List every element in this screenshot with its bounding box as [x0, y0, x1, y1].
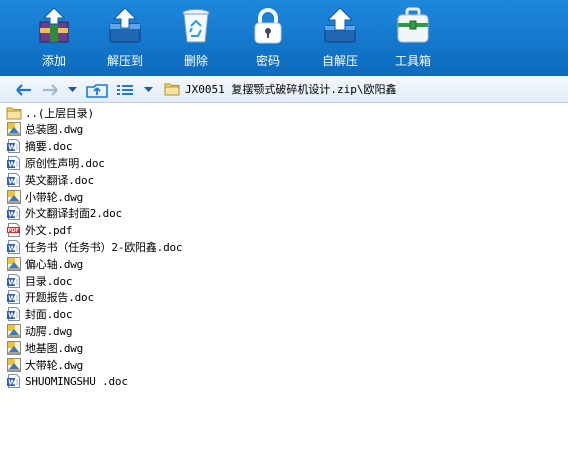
file-row[interactable]: W 开题报告.doc: [6, 289, 94, 306]
file-name: 外文.pdf: [25, 224, 73, 238]
password-label: 密码: [255, 54, 280, 68]
doc-file-icon: W: [7, 206, 20, 221]
svg-text:PDF: PDF: [8, 228, 19, 234]
delete-recycle-icon: [182, 9, 210, 43]
file-row[interactable]: W 外文翻译封面2.doc: [6, 205, 122, 222]
self-extract-label: 自解压: [321, 54, 358, 68]
path-field[interactable]: JX0051 复摆颚式破碎机设计.zip\欧阳鑫: [160, 78, 566, 100]
dwg-file-icon: [7, 340, 21, 355]
file-row[interactable]: 动腭.dwg: [6, 322, 72, 339]
back-arrow-icon: [16, 83, 31, 96]
add-button[interactable]: 添加: [22, 4, 86, 72]
parent-folder-icon: [6, 107, 22, 119]
file-name: 动腭.dwg: [25, 324, 73, 338]
file-name: 外文翻译封面2.doc: [25, 207, 122, 221]
file-row[interactable]: 地基图.dwg: [6, 339, 83, 356]
file-name: 开题报告.doc: [25, 291, 94, 305]
doc-file-icon: W: [7, 273, 20, 288]
forward-arrow-icon: [43, 83, 58, 96]
svg-text:W: W: [8, 144, 16, 152]
toolbox-icon: [397, 7, 429, 43]
doc-file-icon: W: [7, 239, 20, 254]
password-lock-icon: [254, 8, 282, 44]
doc-file-icon: W: [7, 290, 20, 305]
file-row[interactable]: W SHUOMINGSHU .doc: [6, 373, 128, 390]
file-name: 大带轮.dwg: [25, 358, 84, 372]
main-toolbar: 添加 解压到 删除 密码 自解压 工具箱: [0, 0, 568, 76]
chevron-down-icon: [67, 86, 77, 92]
toolbox-button[interactable]: 工具箱: [381, 4, 445, 72]
doc-file-icon: W: [7, 172, 20, 187]
file-name: 小带轮.dwg: [25, 190, 84, 204]
address-bar: JX0051 复摆颚式破碎机设计.zip\欧阳鑫: [0, 76, 568, 103]
file-name: SHUOMINGSHU .doc: [25, 374, 128, 388]
file-row[interactable]: W 原创性声明.doc: [6, 154, 105, 171]
file-row[interactable]: W 任务书（任务书）2-欧阳鑫.doc: [6, 238, 183, 255]
file-row[interactable]: W 目录.doc: [6, 272, 72, 289]
self-extract-icon: [324, 7, 356, 43]
toolbox-label: 工具箱: [394, 54, 431, 68]
dwg-file-icon: [7, 122, 21, 137]
file-row[interactable]: W 摘要.doc: [6, 138, 72, 155]
doc-file-icon: W: [7, 139, 20, 154]
file-row[interactable]: 大带轮.dwg: [6, 356, 83, 373]
folder-icon: [164, 83, 180, 96]
svg-text:W: W: [8, 379, 16, 387]
file-name: 地基图.dwg: [25, 341, 84, 355]
self-extract-button[interactable]: 自解压: [308, 4, 372, 72]
doc-file-icon: W: [7, 155, 20, 170]
back-button[interactable]: [12, 76, 36, 103]
dwg-file-icon: [7, 256, 21, 271]
history-dropdown[interactable]: [64, 76, 80, 103]
up-folder-button[interactable]: [84, 76, 110, 103]
view-mode-dropdown[interactable]: [140, 76, 156, 103]
extract-to-icon: [109, 7, 141, 43]
password-button[interactable]: 密码: [236, 4, 300, 72]
dwg-file-icon: [7, 357, 21, 372]
file-name: 封面.doc: [25, 308, 73, 322]
file-name: 总装图.dwg: [25, 123, 84, 137]
dwg-file-icon: [7, 323, 21, 338]
file-name: 英文翻译.doc: [25, 173, 94, 187]
up-folder-icon: [86, 83, 108, 98]
file-name: ..(上层目录): [25, 106, 94, 120]
file-row[interactable]: 小带轮.dwg: [6, 188, 83, 205]
file-row[interactable]: 总装图.dwg: [6, 121, 83, 138]
extract-to-label: 解压到: [106, 54, 143, 68]
pdf-file-icon: PDF: [7, 223, 20, 238]
delete-label: 删除: [183, 54, 208, 68]
file-row[interactable]: 偏心轴.dwg: [6, 255, 83, 272]
file-name: 摘要.doc: [25, 140, 73, 154]
add-archive-icon: [39, 7, 69, 43]
svg-text:W: W: [8, 295, 16, 303]
file-row[interactable]: W 英文翻译.doc: [6, 171, 94, 188]
svg-text:W: W: [8, 177, 16, 185]
file-name: 原创性声明.doc: [25, 156, 105, 170]
view-mode-button[interactable]: [114, 76, 136, 103]
delete-button[interactable]: 删除: [164, 4, 228, 72]
parent-folder-row[interactable]: ..(上层目录): [6, 104, 94, 121]
svg-text:W: W: [8, 244, 16, 252]
doc-file-icon: W: [7, 307, 20, 322]
svg-text:W: W: [8, 211, 16, 219]
chevron-down-icon: [143, 86, 153, 92]
path-text: JX0051 复摆颚式破碎机设计.zip\欧阳鑫: [185, 83, 397, 96]
svg-text:W: W: [8, 160, 16, 168]
file-name: 偏心轴.dwg: [25, 257, 84, 271]
svg-text:W: W: [8, 312, 16, 320]
file-name: 任务书（任务书）2-欧阳鑫.doc: [25, 240, 183, 254]
doc-file-icon: W: [7, 374, 20, 389]
file-name: 目录.doc: [25, 274, 73, 288]
extract-to-button[interactable]: 解压到: [93, 4, 157, 72]
list-view-icon: [117, 84, 133, 95]
add-label: 添加: [41, 54, 66, 68]
forward-button[interactable]: [38, 76, 62, 103]
file-row[interactable]: W 封面.doc: [6, 306, 72, 323]
svg-text:W: W: [8, 278, 16, 286]
dwg-file-icon: [7, 189, 21, 204]
file-row[interactable]: PDF 外文.pdf: [6, 222, 72, 239]
file-list: ..(上层目录) 总装图.dwg W 摘要.doc W 原创性声明.doc W 英文翻译.do…: [0, 103, 568, 456]
